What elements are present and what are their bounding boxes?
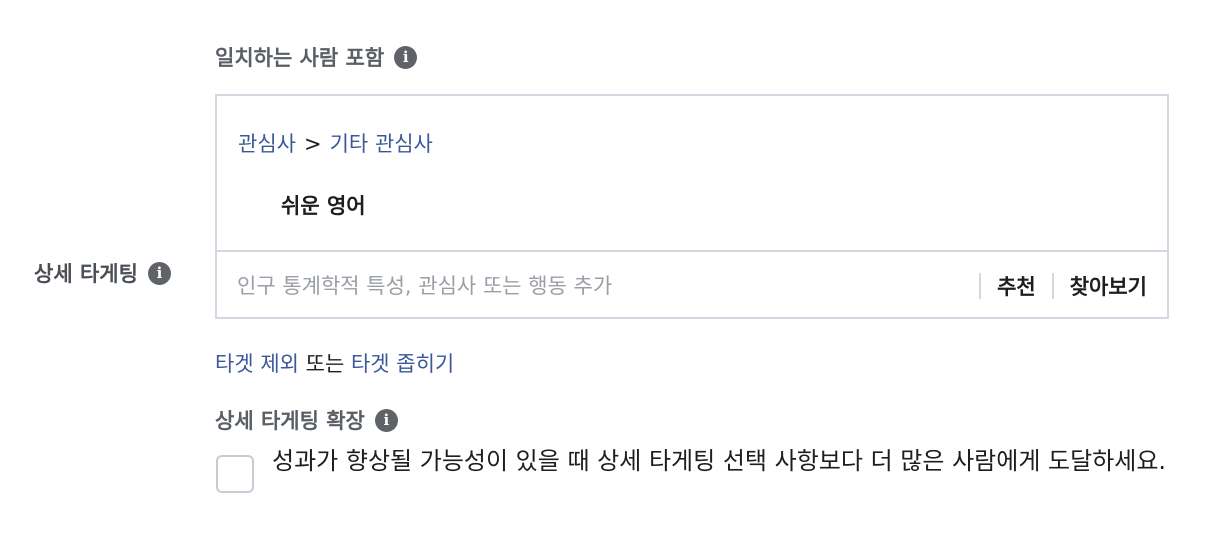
search-row: 추천 찾아보기 [217, 252, 1167, 319]
exclude-narrow-links: 타겟 제외 또는 타겟 좁히기 [215, 348, 454, 378]
info-icon[interactable]: i [394, 45, 418, 69]
breadcrumb: 관심사 > 기타 관심사 [238, 128, 433, 158]
exclude-audience-link[interactable]: 타겟 제외 [215, 352, 299, 376]
targeting-expansion-description: 성과가 향상될 가능성이 있을 때 상세 타게팅 선택 사항보다 더 많은 사람… [272, 447, 1167, 475]
include-people-heading: 일치하는 사람 포함 i [215, 42, 418, 72]
breadcrumb-parent[interactable]: 관심사 [238, 132, 296, 156]
detailed-targeting-section: 일치하는 사람 포함 i 상세 타게팅 i 관심사 > 기타 관심사 쉬운 영어 추… [0, 0, 1210, 552]
breadcrumb-child[interactable]: 기타 관심사 [330, 132, 433, 156]
targeting-box: 관심사 > 기타 관심사 쉬운 영어 추천 찾아보기 [215, 94, 1169, 319]
targeting-expansion-checkbox[interactable] [216, 455, 254, 493]
narrow-audience-link[interactable]: 타겟 좁히기 [351, 352, 454, 376]
info-icon[interactable]: i [147, 261, 171, 285]
include-people-label: 일치하는 사람 포함 [215, 46, 385, 70]
info-icon[interactable]: i [374, 408, 398, 432]
suggestions-button[interactable]: 추천 [981, 271, 1052, 301]
browse-button[interactable]: 찾아보기 [1054, 271, 1167, 301]
detailed-targeting-heading: 상세 타게팅 i [34, 258, 171, 288]
selected-interest[interactable]: 쉬운 영어 [281, 190, 366, 220]
targeting-expansion-label: 상세 타게팅 확장 [215, 409, 365, 433]
or-text: 또는 [298, 352, 351, 376]
targeting-search-input[interactable] [235, 272, 980, 299]
breadcrumb-separator: > [303, 132, 322, 156]
targeting-expansion-heading: 상세 타게팅 확장 i [215, 405, 398, 435]
detailed-targeting-label: 상세 타게팅 [34, 262, 138, 286]
